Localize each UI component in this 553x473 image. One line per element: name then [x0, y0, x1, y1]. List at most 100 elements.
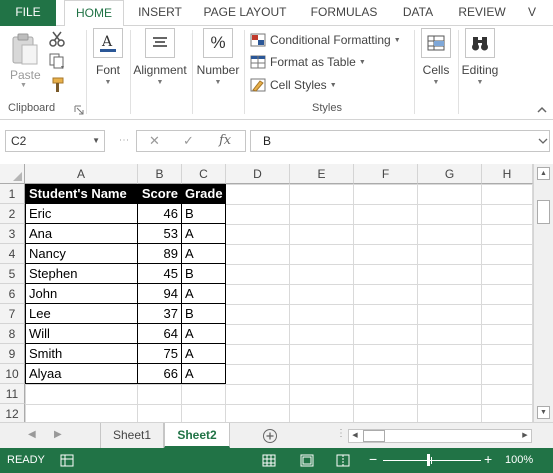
number-button[interactable]: % Number ▼ [196, 28, 240, 86]
paste-dropdown-icon[interactable]: ▼ [20, 82, 27, 89]
table-cell[interactable]: 46 [138, 204, 182, 224]
font-button[interactable]: A Font ▼ [92, 28, 124, 86]
row-header[interactable]: 4 [0, 244, 25, 264]
name-box-dropdown-icon[interactable]: ▼ [92, 131, 100, 151]
zoom-in-button[interactable]: + [484, 451, 492, 467]
horizontal-scrollbar[interactable]: ◀ ▶ [348, 429, 532, 443]
prev-sheet-icon[interactable]: ◀ [28, 429, 36, 440]
table-header-cell[interactable]: Grade [182, 184, 226, 204]
column-header[interactable]: A [25, 164, 138, 184]
cut-icon[interactable] [48, 30, 66, 48]
table-cell[interactable]: 37 [138, 304, 182, 324]
table-cell[interactable]: Alyaa [25, 364, 138, 384]
new-sheet-icon[interactable] [262, 428, 278, 444]
table-cell[interactable]: A [182, 364, 226, 384]
column-header[interactable]: D [226, 164, 290, 184]
formula-bar-grip-icon[interactable]: ⋮ [118, 135, 129, 144]
row-header[interactable]: 9 [0, 344, 25, 364]
enter-icon[interactable]: ✓ [183, 133, 194, 149]
table-cell[interactable]: A [182, 344, 226, 364]
page-break-preview-icon[interactable] [336, 454, 350, 467]
format-painter-icon[interactable] [48, 76, 66, 94]
table-cell[interactable]: A [182, 284, 226, 304]
page-layout-view-icon[interactable] [300, 454, 314, 467]
row-header[interactable]: 7 [0, 304, 25, 324]
insert-function-icon[interactable]: fx [219, 133, 231, 148]
scroll-down-icon[interactable]: ▼ [537, 406, 550, 419]
row-header[interactable]: 1 [0, 184, 25, 204]
next-sheet-icon[interactable]: ▶ [54, 429, 62, 440]
paste-icon[interactable] [10, 32, 40, 66]
macro-recording-icon[interactable] [60, 454, 74, 467]
row-header[interactable]: 10 [0, 364, 25, 384]
table-cell[interactable]: Smith [25, 344, 138, 364]
sheet-tab-sheet2[interactable]: Sheet2 [164, 423, 230, 448]
tab-split-grip-icon[interactable]: ⋮ [336, 428, 346, 439]
table-cell[interactable]: Stephen [25, 264, 138, 284]
column-header[interactable]: C [182, 164, 226, 184]
table-cell[interactable]: Ana [25, 224, 138, 244]
row-header[interactable]: 6 [0, 284, 25, 304]
table-cell[interactable]: 89 [138, 244, 182, 264]
vertical-scrollbar[interactable]: ▲ ▼ [533, 164, 553, 422]
column-header[interactable]: E [290, 164, 354, 184]
alignment-button[interactable]: Alignment ▼ [132, 28, 188, 86]
tab-formulas[interactable]: FORMULAS [304, 0, 384, 26]
cell-styles-button[interactable]: Cell Styles ▼ [250, 75, 337, 95]
formula-input[interactable]: B [250, 130, 550, 152]
row-header[interactable]: 5 [0, 264, 25, 284]
zoom-slider-track[interactable] [383, 460, 481, 461]
paste-button-label[interactable]: Paste [10, 68, 41, 82]
table-cell[interactable]: 64 [138, 324, 182, 344]
row-header[interactable]: 8 [0, 324, 25, 344]
table-cell[interactable]: Will [25, 324, 138, 344]
table-cell[interactable]: Nancy [25, 244, 138, 264]
table-cell[interactable]: A [182, 224, 226, 244]
zoom-out-button[interactable]: − [369, 451, 377, 467]
tab-review[interactable]: REVIEW [450, 0, 514, 26]
row-header[interactable]: 12 [0, 404, 25, 424]
table-cell[interactable]: 45 [138, 264, 182, 284]
clipboard-dialog-launcher-icon[interactable] [74, 105, 84, 115]
table-cell[interactable]: John [25, 284, 138, 304]
scroll-up-icon[interactable]: ▲ [537, 167, 550, 180]
scroll-right-icon[interactable]: ▶ [519, 430, 531, 442]
zoom-level[interactable]: 100% [505, 454, 533, 466]
tab-insert[interactable]: INSERT [130, 0, 190, 26]
table-cell[interactable]: B [182, 264, 226, 284]
zoom-slider-thumb[interactable] [427, 454, 430, 466]
table-cell[interactable]: Eric [25, 204, 138, 224]
table-cell[interactable]: 94 [138, 284, 182, 304]
vertical-scroll-thumb[interactable] [537, 200, 550, 224]
column-header[interactable]: F [354, 164, 418, 184]
collapse-ribbon-icon[interactable] [536, 105, 548, 115]
table-cell[interactable]: 53 [138, 224, 182, 244]
row-header[interactable]: 3 [0, 224, 25, 244]
horizontal-scroll-thumb[interactable] [363, 430, 385, 442]
row-header[interactable]: 11 [0, 384, 25, 404]
table-cell[interactable]: B [182, 304, 226, 324]
table-cell[interactable]: A [182, 244, 226, 264]
row-header[interactable]: 2 [0, 204, 25, 224]
table-cell[interactable]: 66 [138, 364, 182, 384]
cancel-icon[interactable]: ✕ [149, 133, 160, 149]
table-header-cell[interactable]: Student's Name [25, 184, 138, 204]
cells-button[interactable]: Cells ▼ [420, 28, 452, 86]
select-all-button[interactable] [0, 164, 25, 184]
name-box[interactable]: C2 ▼ [5, 130, 105, 152]
tab-page-layout[interactable]: PAGE LAYOUT [196, 0, 294, 26]
tab-view-partial[interactable]: V [522, 0, 552, 26]
tab-data[interactable]: DATA [392, 0, 444, 26]
column-header[interactable]: H [482, 164, 533, 184]
column-header[interactable]: B [138, 164, 182, 184]
format-as-table-button[interactable]: Format as Table ▼ [250, 52, 366, 72]
editing-button[interactable]: Editing ▼ [460, 28, 500, 86]
table-cell[interactable]: B [182, 204, 226, 224]
tab-file[interactable]: FILE [0, 0, 56, 26]
column-header[interactable]: G [418, 164, 482, 184]
table-cell[interactable]: Lee [25, 304, 138, 324]
table-header-cell[interactable]: Score [138, 184, 182, 204]
expand-formula-bar-icon[interactable] [538, 137, 548, 145]
copy-icon[interactable]: ▾ [48, 52, 66, 70]
normal-view-icon[interactable] [262, 454, 276, 467]
